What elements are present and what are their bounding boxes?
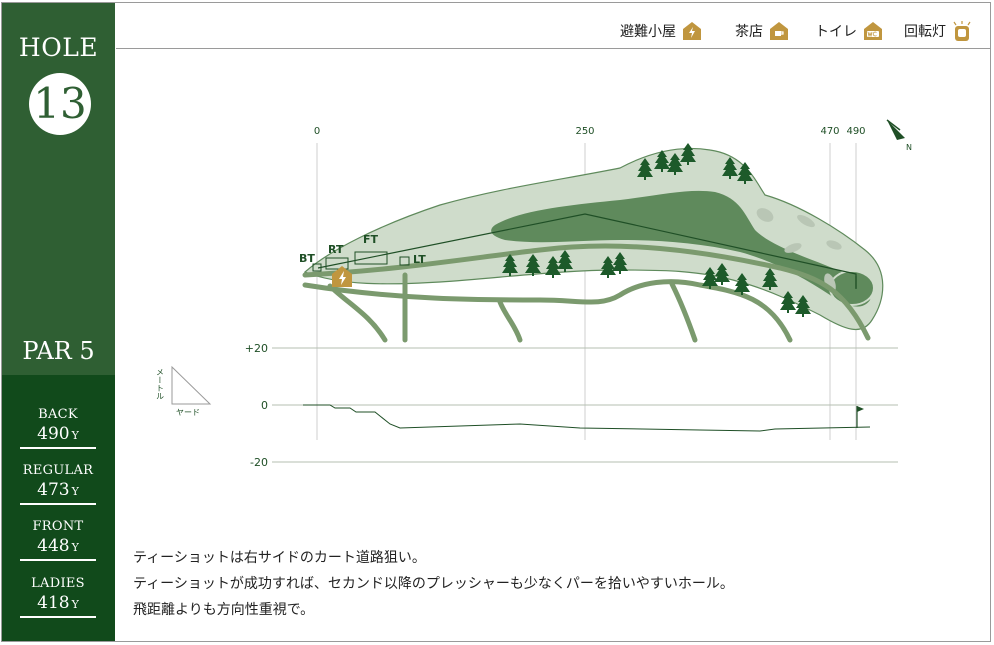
distance-mark-0: 0 <box>314 126 320 137</box>
distance-mark-470: 470 <box>820 126 839 137</box>
elevation-label-0: 0 <box>261 399 268 412</box>
description-line: ティーショットが成功すれば、セカンド以降のプレッシャーも少なくパーを拾いやすいホ… <box>133 576 734 592</box>
tee-label-lt: LT <box>413 253 426 266</box>
distance-mark-250: 250 <box>575 126 594 137</box>
description-line: 飛距離よりも方向性重視で。 <box>133 602 315 618</box>
tee-label-ft: FT <box>363 233 379 246</box>
hole-description: ティーショットは右サイドのカート道路狙い。 ティーショットが成功すれば、セカンド… <box>133 545 734 623</box>
elevation-label-plus20: +20 <box>245 342 268 355</box>
tee-label-bt: BT <box>299 252 315 265</box>
elevation-profile <box>303 404 871 432</box>
elevation-label-minus20: -20 <box>250 456 268 469</box>
compass-north: N <box>906 143 912 152</box>
tee-label-rt: RT <box>328 243 344 256</box>
green <box>829 270 875 306</box>
compass-icon: N <box>886 119 912 152</box>
scale-key-vertical: メートル <box>156 368 165 400</box>
elevation-scale-key: メートル ヤード <box>156 365 212 417</box>
description-line: ティーショットは右サイドのカート道路狙い。 <box>133 550 426 566</box>
scale-key-horizontal: ヤード <box>176 408 200 417</box>
flag-icon <box>856 406 864 428</box>
distance-mark-490: 490 <box>846 126 865 137</box>
